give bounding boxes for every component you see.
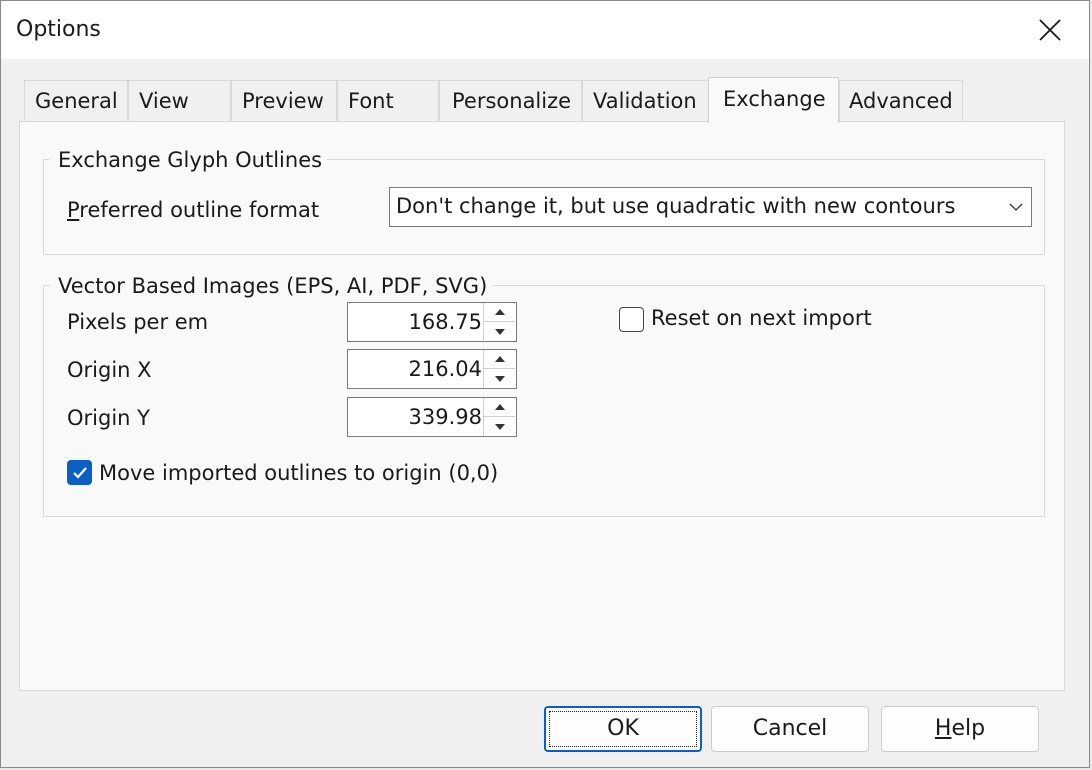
help-button-text: elp <box>951 716 986 741</box>
tab-validation[interactable]: Validation <box>582 80 709 121</box>
move-to-origin-checkbox[interactable] <box>67 460 92 485</box>
caret-down-icon <box>494 423 505 430</box>
close-button[interactable] <box>1011 1 1089 59</box>
tab-preview[interactable]: Preview <box>231 80 337 121</box>
help-button[interactable]: Help <box>881 706 1039 752</box>
caret-up-icon <box>494 404 505 410</box>
title-bar: Options <box>1 1 1089 59</box>
checkmark-icon <box>72 466 87 479</box>
accelerator-p: P <box>67 198 80 222</box>
caret-down-icon <box>494 328 505 335</box>
options-dialog: Options General View Preview Font Person… <box>0 0 1090 768</box>
pixels-per-em-spinner[interactable]: 168.75 <box>347 302 517 342</box>
spin-up-button[interactable] <box>484 398 515 417</box>
spin-up-button[interactable] <box>484 350 515 369</box>
pixels-per-em-label: Pixels per em <box>67 310 209 334</box>
preferred-outline-format-value: Don't change it, but use quadratic with … <box>396 194 956 218</box>
caret-up-icon <box>494 309 505 315</box>
chevron-down-icon <box>1009 188 1023 226</box>
tab-general[interactable]: General <box>24 80 128 121</box>
pixels-per-em-value[interactable]: 168.75 <box>348 303 484 341</box>
reset-on-next-import-checkbox[interactable] <box>619 307 644 332</box>
spin-down-button[interactable] <box>484 417 515 436</box>
spin-down-button[interactable] <box>484 369 515 388</box>
origin-x-spinner[interactable]: 216.04 <box>347 349 517 389</box>
cancel-button[interactable]: Cancel <box>711 706 869 752</box>
close-icon <box>1039 19 1061 41</box>
tab-personalize[interactable]: Personalize <box>439 80 582 121</box>
vector-based-images-title: Vector Based Images (EPS, AI, PDF, SVG) <box>50 274 493 298</box>
preferred-outline-format-select[interactable]: Don't change it, but use quadratic with … <box>389 187 1032 227</box>
pixels-per-em-spin-buttons <box>483 303 516 341</box>
tab-view[interactable]: View <box>128 80 231 121</box>
origin-y-spinner[interactable]: 339.98 <box>347 397 517 437</box>
exchange-glyph-outlines-title: Exchange Glyph Outlines <box>50 148 328 172</box>
origin-x-label: Origin X <box>67 358 152 382</box>
spin-down-button[interactable] <box>484 322 515 341</box>
preferred-outline-format-label: Preferred outline format <box>67 198 319 222</box>
accelerator-h: H <box>934 716 952 741</box>
reset-on-next-import-label[interactable]: Reset on next import <box>651 306 872 330</box>
ok-button[interactable]: OK <box>544 706 702 752</box>
origin-x-value[interactable]: 216.04 <box>348 350 484 388</box>
preferred-outline-format-label-text: referred outline format <box>79 198 320 222</box>
tab-exchange[interactable]: Exchange <box>708 77 839 123</box>
caret-down-icon <box>494 375 505 382</box>
spin-up-button[interactable] <box>484 303 515 322</box>
move-to-origin-label[interactable]: Move imported outlines to origin (0,0) <box>99 461 498 485</box>
origin-y-label: Origin Y <box>67 406 150 430</box>
origin-y-spin-buttons <box>483 398 516 436</box>
origin-y-value[interactable]: 339.98 <box>348 398 484 436</box>
tab-advanced[interactable]: Advanced <box>839 80 963 121</box>
origin-x-spin-buttons <box>483 350 516 388</box>
exchange-tab-panel: Exchange Glyph Outlines Preferred outlin… <box>19 121 1065 691</box>
window-title: Options <box>16 17 101 42</box>
caret-up-icon <box>494 356 505 362</box>
tab-font[interactable]: Font <box>337 80 439 121</box>
